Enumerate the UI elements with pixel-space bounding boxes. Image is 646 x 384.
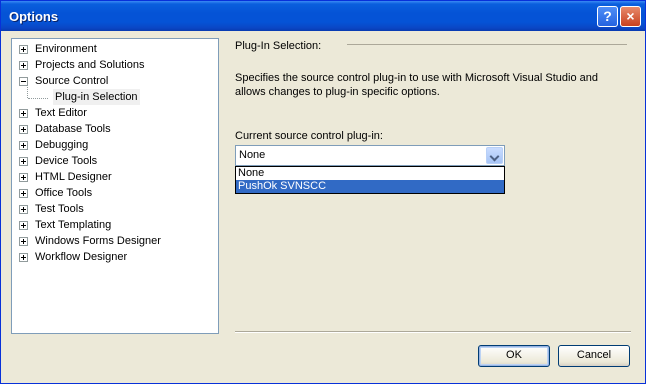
tree-item-label: Windows Forms Designer [35,235,161,247]
expand-plus-icon[interactable] [19,237,28,246]
tree-item-plugin-selection[interactable]: Plug-in Selection [12,85,216,105]
expand-plus-icon[interactable] [19,205,28,214]
chevron-down-icon[interactable] [486,147,503,164]
section-description: Specifies the source control plug-in to … [235,72,598,98]
tree-item[interactable]: Debugging [12,137,216,153]
close-button[interactable]: × [620,6,641,27]
tree-item[interactable]: Device Tools [12,153,216,169]
dropdown-option-pushok-svnscc[interactable]: PushOk SVNSCC [236,180,504,193]
tree-connector-line [28,98,48,99]
options-dialog: Options ? × Environment Projects and Solu… [0,0,646,384]
plugin-combo-label: Current source control plug-in: [235,130,383,142]
help-button[interactable]: ? [597,6,618,27]
expand-plus-icon[interactable] [19,173,28,182]
expand-plus-icon[interactable] [19,253,28,262]
tree-item-label: Text Templating [35,219,112,231]
dialog-client-area: Environment Projects and Solutions Source … [4,31,642,381]
tree-item[interactable]: Workflow Designer [12,249,216,265]
tree-item-label: Workflow Designer [35,251,128,263]
tree-item-label: Office Tools [35,187,93,199]
options-tree[interactable]: Environment Projects and Solutions Source … [11,38,219,334]
plugin-combo-box[interactable]: None [235,145,505,166]
tree-item[interactable]: Database Tools [12,121,216,137]
tree-item-label: Projects and Solutions [35,59,145,71]
tree-item-label: Test Tools [35,203,84,215]
cancel-button[interactable]: Cancel [558,345,630,367]
close-icon: × [626,8,635,24]
section-title: Plug-In Selection: [235,40,322,52]
expand-plus-icon[interactable] [19,221,28,230]
tree-item-label: Device Tools [35,155,98,167]
dropdown-option-none[interactable]: None [236,167,504,180]
tree-item[interactable]: Text Editor [12,105,216,121]
tree-item-label: Source Control [35,75,109,87]
tree-item-label: Database Tools [35,123,111,135]
tree-item-label: Environment [35,43,97,55]
tree-item[interactable]: Office Tools [12,185,216,201]
tree-item-label: Debugging [35,139,89,151]
expand-plus-icon[interactable] [19,189,28,198]
tree-connector-line [27,85,28,98]
plugin-combo-value: None [239,149,266,161]
tree-item[interactable]: Environment [12,41,216,57]
tree-item-label: HTML Designer [35,171,112,183]
tree-item[interactable]: Test Tools [12,201,216,217]
section-divider [347,44,627,45]
tree-item[interactable]: Projects and Solutions [12,57,216,73]
plugin-dropdown-list: None PushOk SVNSCC [235,166,505,194]
expand-plus-icon[interactable] [19,61,28,70]
tree-item-label: Text Editor [35,107,87,119]
title-bar[interactable]: Options ? × [1,1,645,31]
tree-item[interactable]: Source Control [12,73,216,89]
tree-item-label: Plug-in Selection [53,89,140,105]
help-icon: ? [603,8,612,24]
ok-button[interactable]: OK [478,345,550,367]
expand-plus-icon[interactable] [19,109,28,118]
window-title: Options [9,9,59,24]
tree-item[interactable]: Text Templating [12,217,216,233]
tree-item[interactable]: HTML Designer [12,169,216,185]
tree-item[interactable]: Windows Forms Designer [12,233,216,249]
expand-plus-icon[interactable] [19,141,28,150]
bottom-divider [235,331,631,333]
expand-plus-icon[interactable] [19,125,28,134]
expand-plus-icon[interactable] [19,157,28,166]
expand-plus-icon[interactable] [19,45,28,54]
